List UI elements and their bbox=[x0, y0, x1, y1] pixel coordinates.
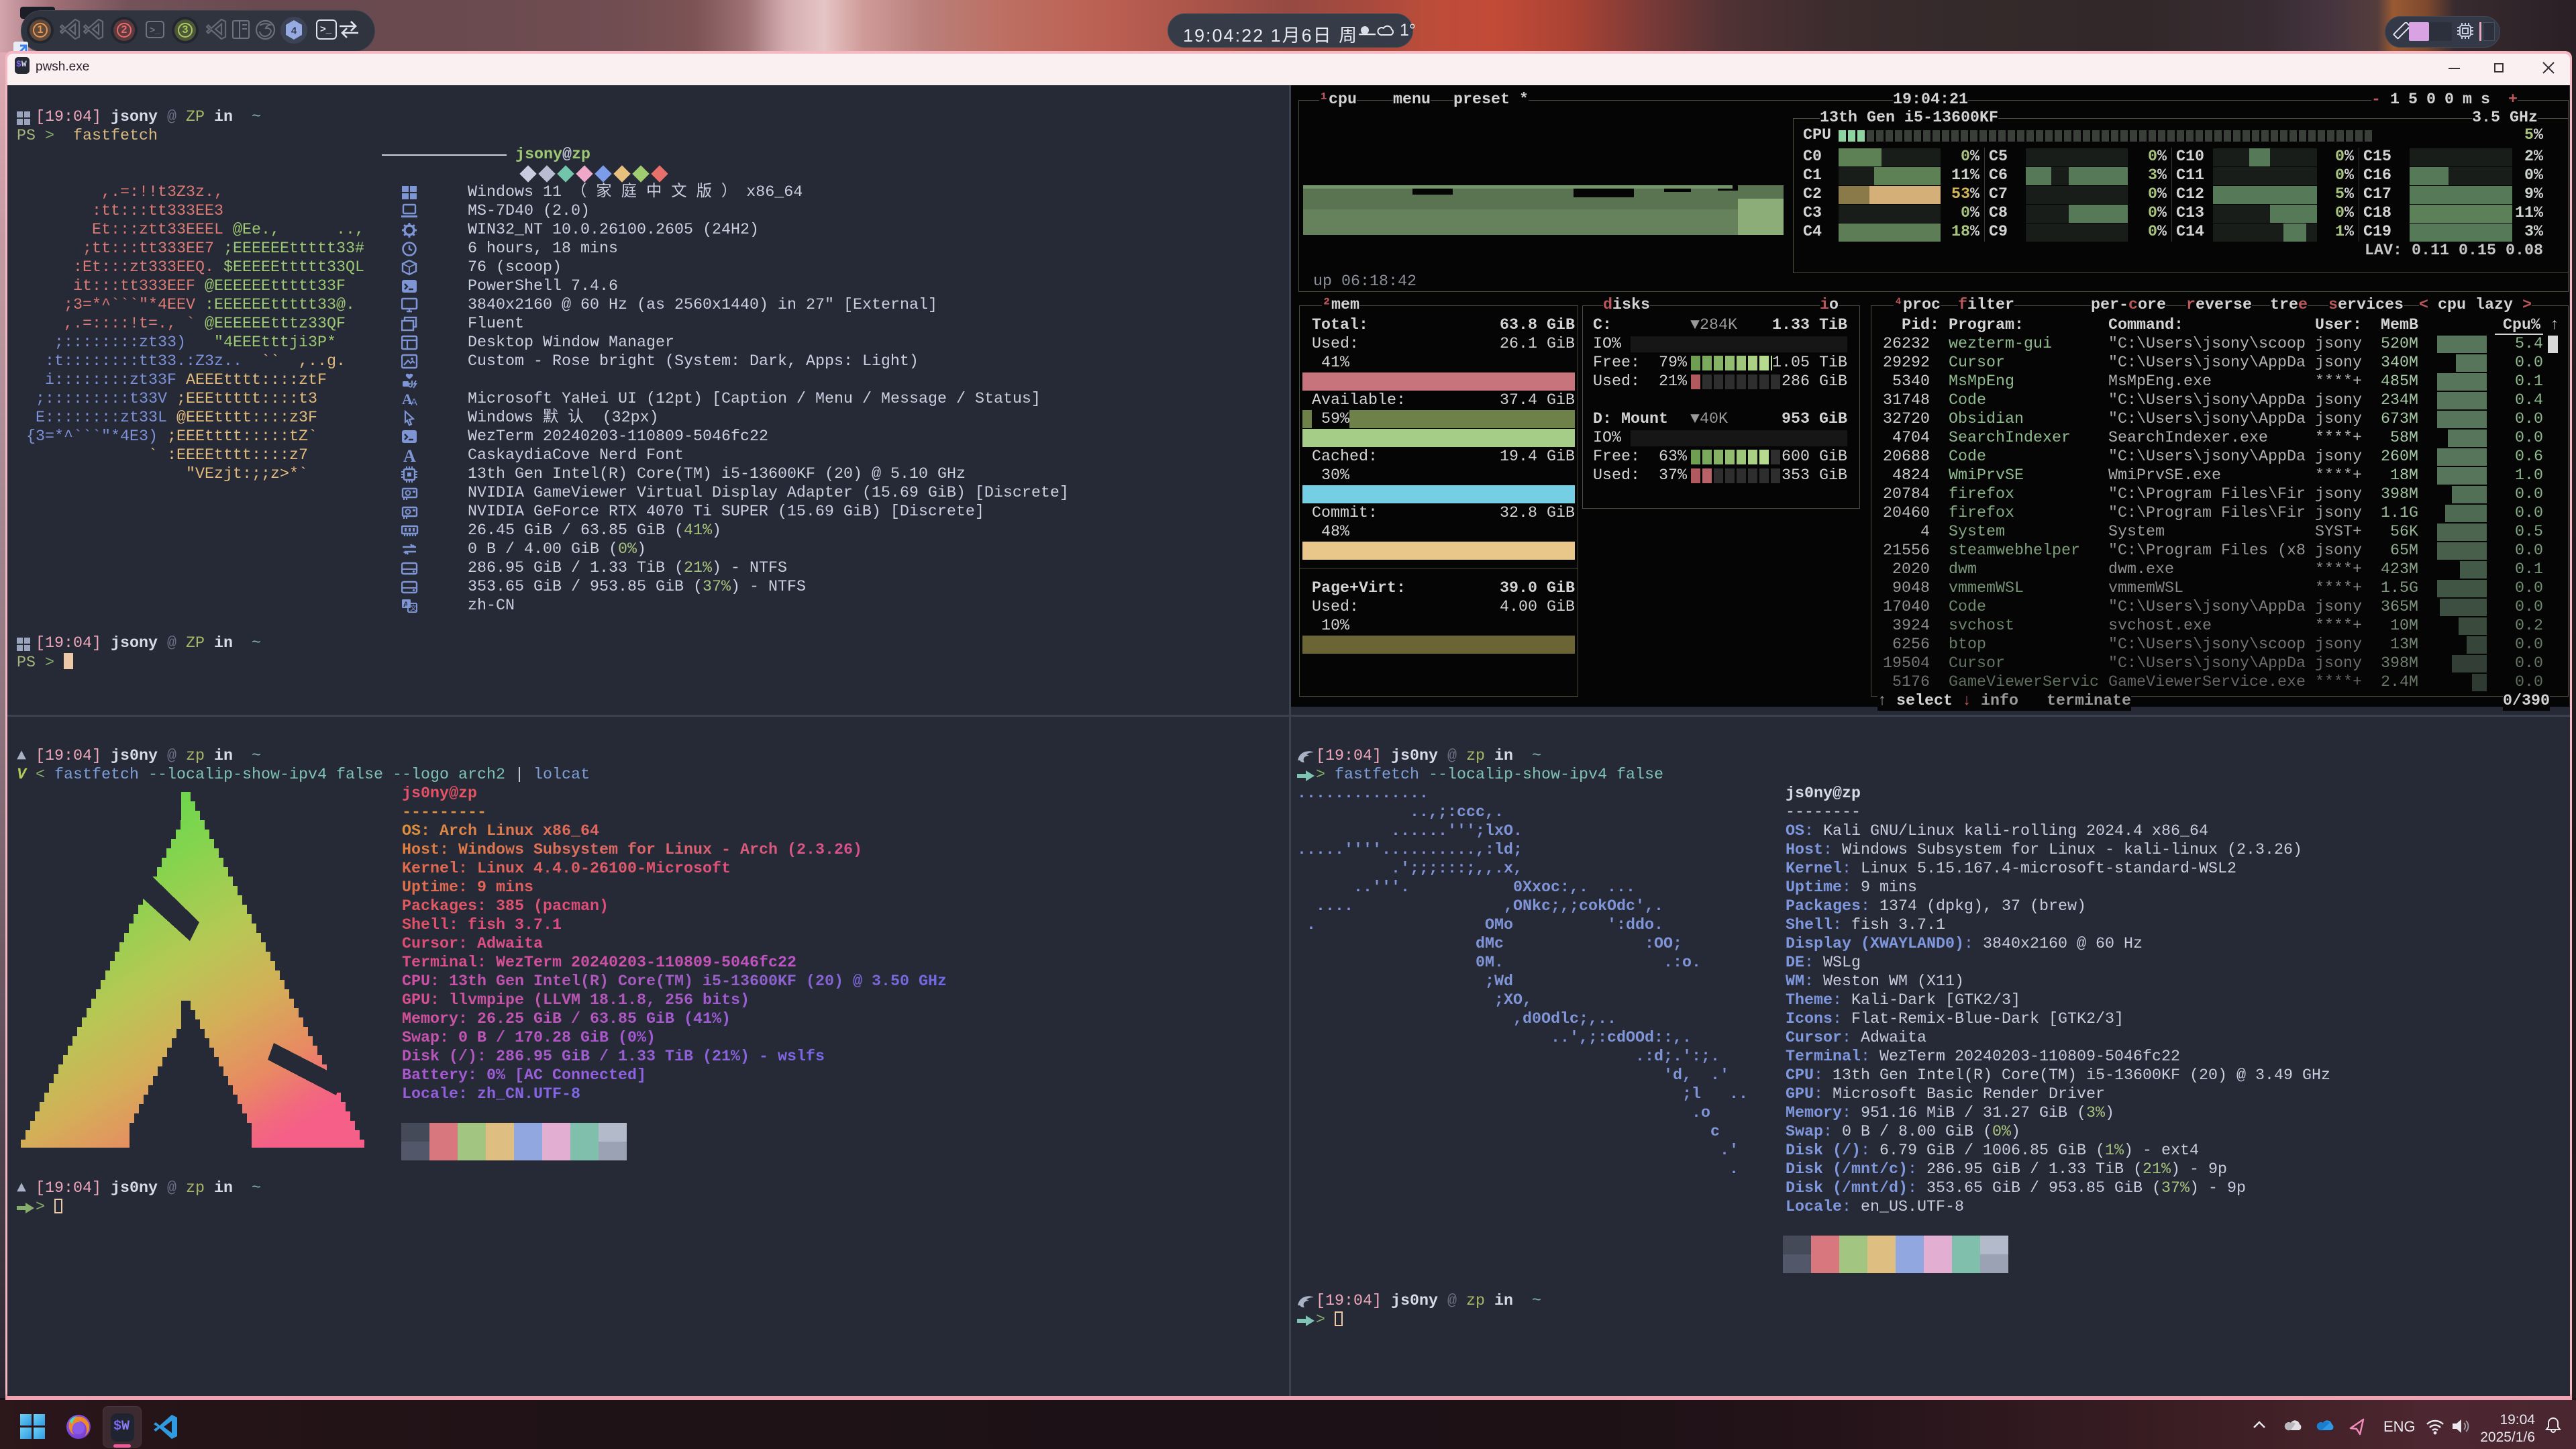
svg-text:文: 文 bbox=[410, 604, 417, 613]
svg-text:4: 4 bbox=[291, 26, 297, 37]
svg-text:A: A bbox=[403, 448, 416, 464]
svg-text:A: A bbox=[411, 397, 417, 407]
